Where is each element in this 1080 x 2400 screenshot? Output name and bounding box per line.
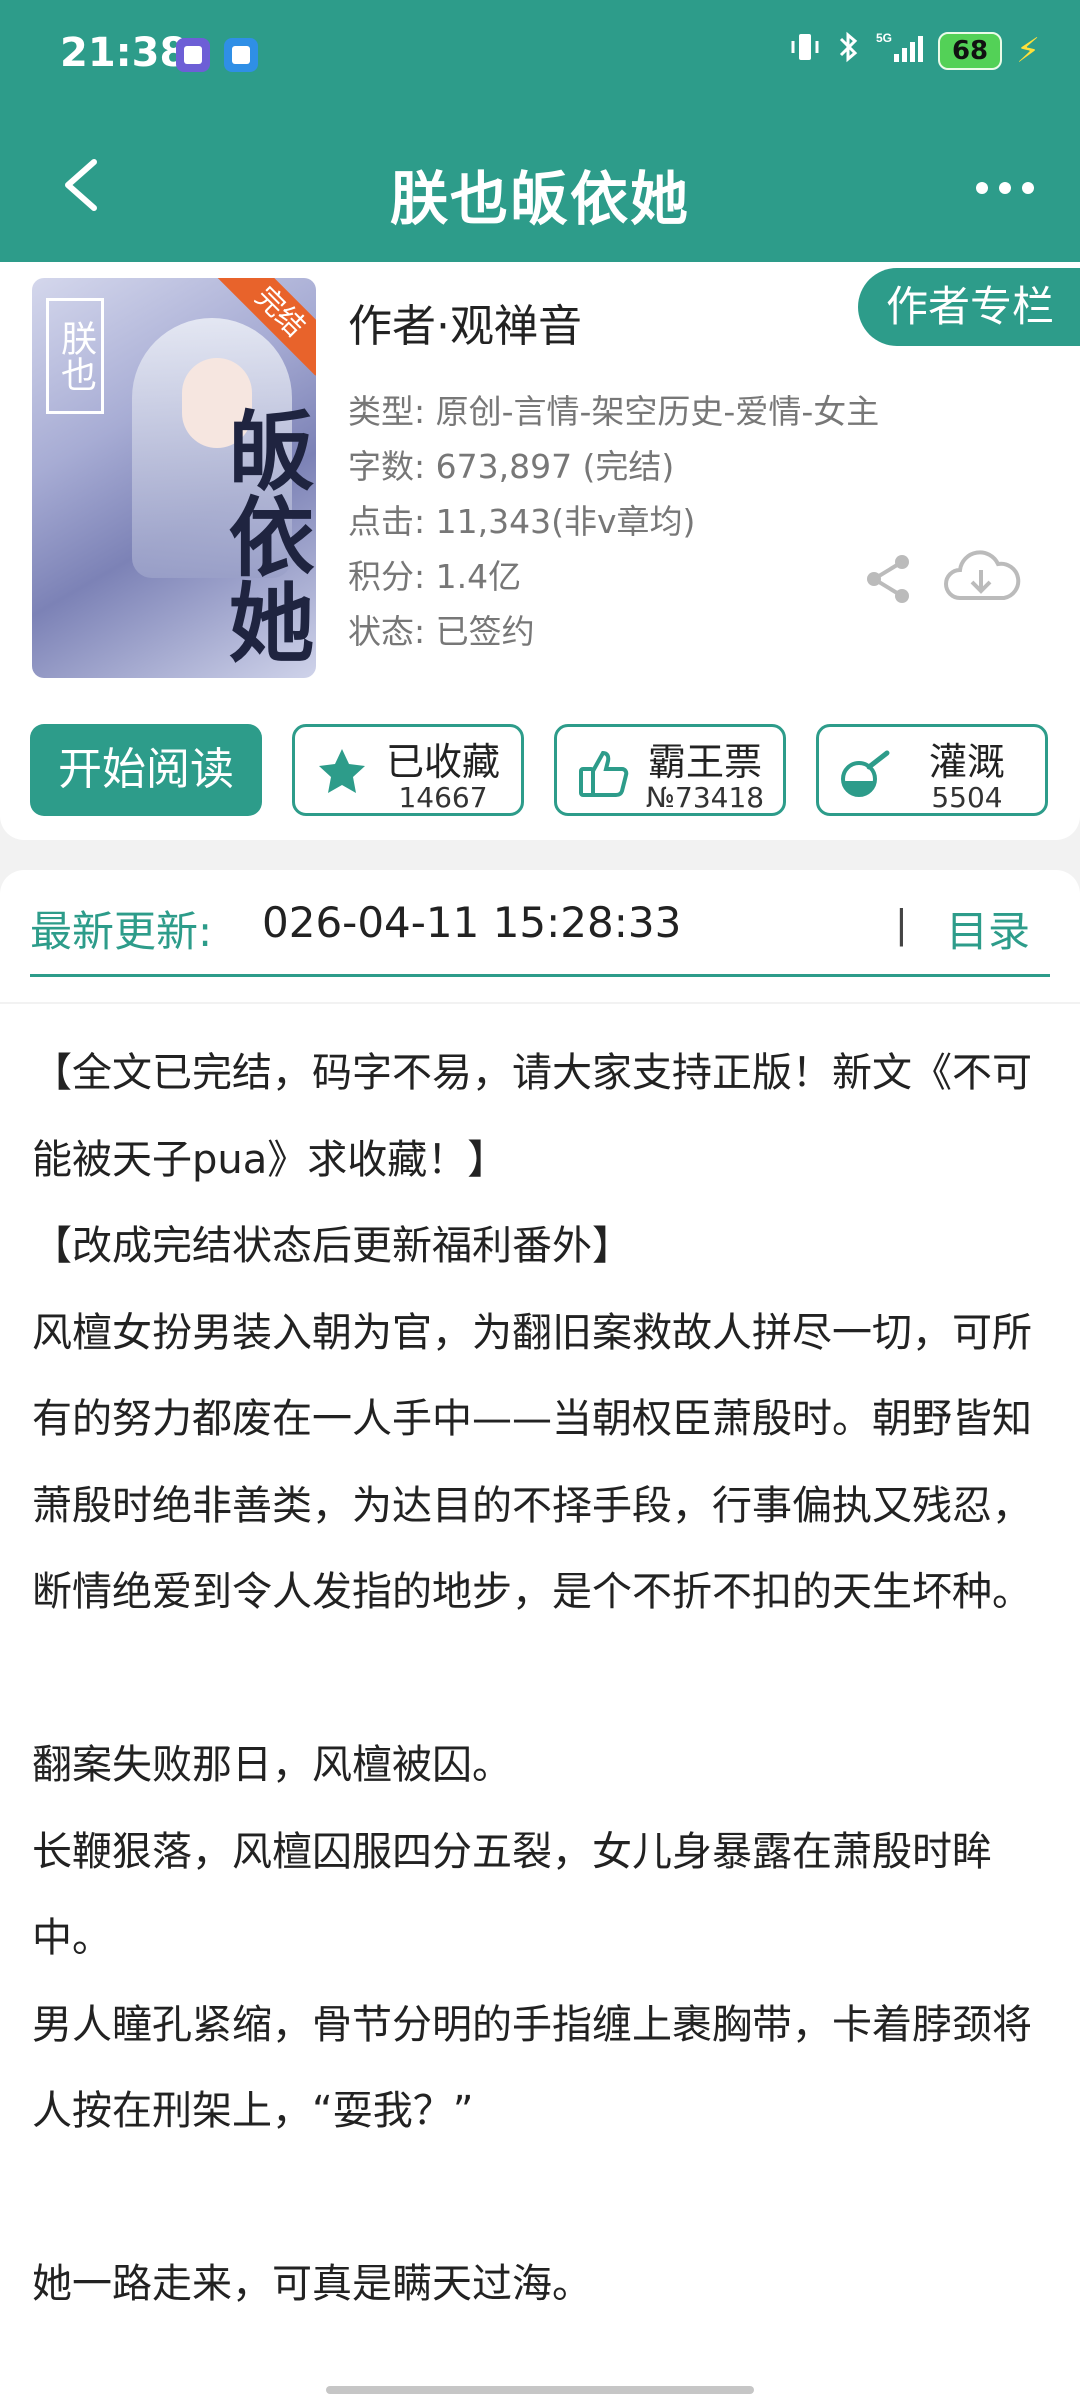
charging-icon: ⚡ <box>1016 31 1040 71</box>
vote-button[interactable]: 霸王票 №73418 <box>554 724 786 816</box>
desc-paragraph: 男人瞳孔紧缩，骨节分明的手指缠上裹胸带，卡着脖颈将人按在刑架上，“耍我？” <box>32 2001 1032 2135</box>
more-horizontal-icon <box>976 182 988 194</box>
status-time: 21:38 <box>60 30 188 76</box>
desc-paragraph: 翻案失败那日，风檀被囚。 <box>32 1742 512 1788</box>
book-meta: 类型: 原创-言情-架空历史-爱情-女主 字数: 673,897 (完结) 点击… <box>348 384 879 659</box>
update-separator: | <box>895 902 908 946</box>
thumbs-up-icon <box>579 750 629 797</box>
status-right-group: 5G 68 ⚡ <box>788 30 1040 72</box>
description-text: 【全文已完结，码字不易，请大家支持正版！新文《不可能被天子pua》求收藏！】 【… <box>32 1030 1060 2328</box>
table-of-contents-link[interactable]: 目录 <box>946 898 1030 959</box>
status-bar: 21:38 5G 68 ⚡ <box>0 0 1080 110</box>
latest-update-label: 最新更新: <box>30 907 213 956</box>
watering-label: 灌溉 <box>928 740 1005 784</box>
update-underline <box>30 974 1050 977</box>
book-description: 【全文已完结，码字不易，请大家支持正版！新文《不可能被天子pua》求收藏！】 【… <box>0 1004 1080 2400</box>
meta-word-count: 字数: 673,897 (完结) <box>348 447 675 486</box>
share-button[interactable] <box>862 552 916 606</box>
author-column-button[interactable]: 作者专栏 <box>857 268 1080 346</box>
favorite-button[interactable]: 已收藏 14667 <box>292 724 524 816</box>
action-buttons: 开始阅读 已收藏 14667 霸王票 №73418 灌溉 5504 <box>30 724 1050 820</box>
desc-paragraph: 长鞭狠落，风檀囚服四分五裂，女儿身暴露在萧殷时眸中。 <box>32 1828 992 1962</box>
share-icon <box>867 555 909 603</box>
desc-paragraph: 她一路走来，可真是瞒天过海。 <box>32 2261 592 2307</box>
cover-title: 皈依她 <box>213 406 313 664</box>
signal-icon: 5G <box>876 30 924 72</box>
start-reading-button[interactable]: 开始阅读 <box>30 724 262 816</box>
nav-bar: 朕也皈依她 <box>0 130 1080 250</box>
watering-count: 5504 <box>931 781 1003 814</box>
vote-count: №73418 <box>645 781 765 814</box>
star-icon <box>319 749 365 793</box>
page-title: 朕也皈依她 <box>389 165 690 233</box>
favorite-count: 14667 <box>398 781 488 814</box>
favorite-label: 已收藏 <box>385 740 500 784</box>
download-button[interactable] <box>940 546 1022 610</box>
desc-paragraph: 【改成完结状态后更新福利番外】 <box>32 1223 632 1269</box>
meta-points: 积分: 1.4亿 <box>348 557 522 596</box>
meta-clicks: 点击: 11,343(非v章均) <box>348 502 696 541</box>
latest-update-value[interactable]: 026-04-11 15:28:33 <box>262 898 681 947</box>
wallet-icon <box>224 38 258 72</box>
signal-label: 5G <box>876 31 892 45</box>
cloud-download-icon <box>944 550 1021 600</box>
latest-update-bar: 最新更新: 026-04-11 15:28:33 | 目录 <box>0 870 1080 1002</box>
book-cover[interactable]: 朕也 皈依她 完结 <box>32 278 316 678</box>
cover-label: 朕也 <box>46 298 104 414</box>
battery-indicator: 68 <box>937 32 1003 70</box>
bluetooth-icon <box>836 30 862 72</box>
desc-paragraph: 【全文已完结，码字不易，请大家支持正版！新文《不可能被天子pua》求收藏！】 <box>32 1050 1032 1183</box>
watering-flask-icon <box>841 750 890 797</box>
book-info-card: 朕也 皈依她 完结 作者·观禅音 作者专栏 类型: 原创-言情-架空历史-爱情-… <box>0 262 1080 840</box>
watering-button[interactable]: 灌溉 5504 <box>816 724 1048 816</box>
home-indicator[interactable] <box>326 2386 754 2394</box>
meta-status: 状态: 已签约 <box>348 612 535 651</box>
app-header: 21:38 5G 68 ⚡ 朕也皈依她 <box>0 0 1080 262</box>
vote-label: 霸王票 <box>647 740 762 784</box>
more-button[interactable] <box>970 160 1040 210</box>
meta-type: 类型: 原创-言情-架空历史-爱情-女主 <box>348 392 880 431</box>
desc-paragraph: 风檀女扮男装入朝为官，为翻旧案救故人拼尽一切，可所有的努力都废在一人手中——当朝… <box>32 1309 1032 1616</box>
vibrate-icon <box>788 30 822 72</box>
author-name[interactable]: 作者·观禅音 <box>348 290 582 354</box>
hourglass-icon <box>176 38 210 72</box>
